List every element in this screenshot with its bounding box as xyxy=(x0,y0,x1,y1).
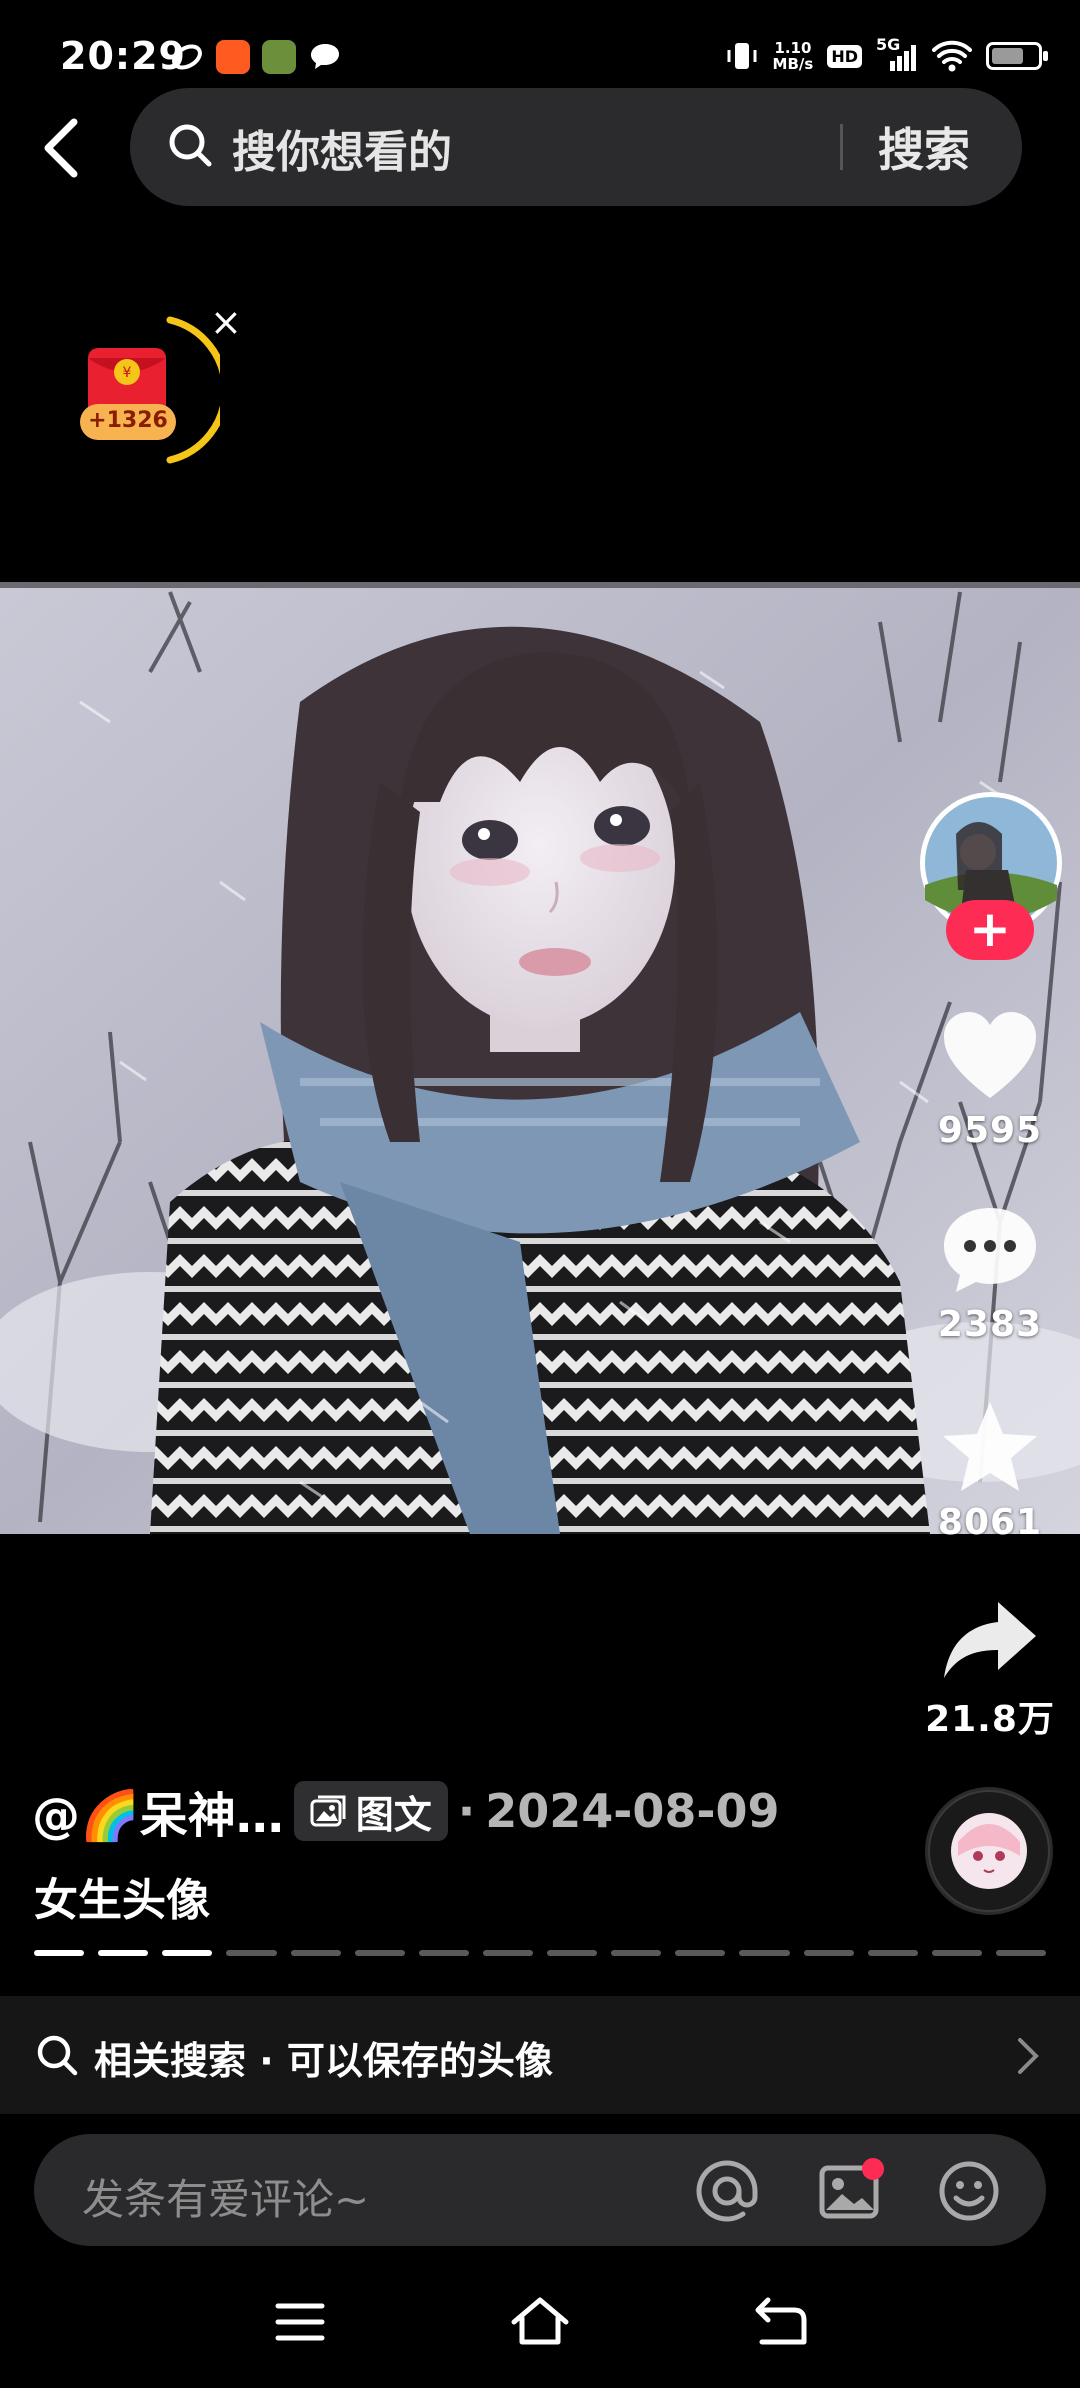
progress-segment xyxy=(418,1950,469,1956)
author-name[interactable]: @🌈呆神… xyxy=(32,1776,284,1846)
progress-segment xyxy=(611,1950,662,1956)
progress-segment xyxy=(995,1950,1046,1956)
share-icon xyxy=(944,1602,1036,1678)
status-time: 20:29 xyxy=(60,34,186,78)
red-packet-amount: +1326 xyxy=(88,408,168,433)
red-packet-close-button[interactable]: × xyxy=(210,300,242,344)
related-search-label: 相关搜索 · 可以保存的头像 xyxy=(94,2039,553,2083)
post-caption: 女生头像 xyxy=(34,1875,210,1926)
link-app-icon xyxy=(170,40,204,74)
comment-count: 2383 xyxy=(937,1304,1043,1345)
progress-segment xyxy=(803,1950,854,1956)
share-button[interactable]: 21.8万 xyxy=(910,1598,1070,1742)
progress-segment xyxy=(290,1950,341,1956)
search-bar[interactable]: 搜你想看的 搜索 xyxy=(130,88,1022,206)
back-arrow-icon xyxy=(44,118,78,178)
vibrate-icon xyxy=(727,43,757,69)
chevron-right-icon xyxy=(1018,2038,1039,2074)
net-speed-value: 1.10 xyxy=(774,39,812,57)
post-type-label: 图文 xyxy=(355,1792,432,1837)
favorite-count: 8061 xyxy=(937,1502,1043,1543)
home-icon xyxy=(511,2297,569,2345)
favorite-button[interactable]: 8061 xyxy=(910,1398,1070,1543)
share-count: 21.8万 xyxy=(925,1699,1055,1740)
progress-segment xyxy=(354,1950,405,1956)
date-separator: · xyxy=(457,1784,476,1838)
game-notification-icon xyxy=(262,40,296,74)
progress-segment xyxy=(482,1950,533,1956)
home-nav-button[interactable] xyxy=(508,2290,572,2354)
comment-icon xyxy=(944,1208,1036,1292)
music-disc[interactable] xyxy=(924,1786,1054,1916)
status-right: 1.10 MB/s HD 5G xyxy=(725,35,1048,76)
svg-text:¥: ¥ xyxy=(123,365,132,381)
comment-button[interactable]: 2383 xyxy=(910,1204,1070,1345)
heart-icon xyxy=(944,1012,1036,1098)
search-icon xyxy=(169,124,212,167)
progress-segment xyxy=(739,1950,790,1956)
post-type-chip: 图文 xyxy=(293,1781,448,1841)
search-icon xyxy=(37,2035,78,2076)
progress-segment xyxy=(675,1950,726,1956)
progress-segment xyxy=(162,1950,213,1956)
search-divider xyxy=(840,124,843,170)
progress-segment xyxy=(98,1950,149,1956)
net-speed: 1.10 MB/s xyxy=(773,40,814,72)
follow-button[interactable]: + xyxy=(946,900,1034,960)
image-button[interactable] xyxy=(816,2158,884,2224)
progress-segment xyxy=(547,1950,598,1956)
menu-nav-button[interactable] xyxy=(268,2290,332,2354)
progress-segment xyxy=(34,1950,85,1956)
battery-icon xyxy=(986,42,1048,70)
return-icon xyxy=(755,2297,807,2345)
app-notification-icon xyxy=(216,40,250,74)
star-icon xyxy=(943,1402,1037,1491)
progress-segment xyxy=(226,1950,277,1956)
back-button[interactable] xyxy=(30,112,94,184)
like-button[interactable]: 9595 xyxy=(910,1010,1070,1151)
mention-button[interactable] xyxy=(694,2158,760,2224)
emoji-button[interactable] xyxy=(936,2158,1002,2224)
search-button[interactable]: 搜索 xyxy=(878,114,970,180)
wifi-icon xyxy=(932,40,972,72)
comment-input[interactable]: 发条有爱评论~ xyxy=(82,2166,369,2227)
like-count: 9595 xyxy=(937,1110,1043,1151)
related-search-bar[interactable]: 相关搜索 · 可以保存的头像 xyxy=(0,1996,1080,2114)
net-speed-unit: MB/s xyxy=(772,55,814,73)
gallery-icon xyxy=(310,1795,346,1827)
post-date: 2024-08-09 xyxy=(485,1784,780,1838)
back-nav-button[interactable] xyxy=(748,2290,812,2354)
image-notification-dot xyxy=(862,2158,884,2180)
menu-icon xyxy=(275,2303,325,2341)
search-input[interactable]: 搜你想看的 xyxy=(232,116,452,180)
signal-icon: 5G xyxy=(876,35,918,73)
comment-input-bar[interactable]: 发条有爱评论~ xyxy=(34,2134,1046,2246)
progress-segment xyxy=(867,1950,918,1956)
message-notification-icon xyxy=(308,40,342,74)
red-packet-widget[interactable]: ¥ +1326 xyxy=(60,300,229,480)
at-icon xyxy=(696,2160,758,2222)
progress-segment xyxy=(931,1950,982,1956)
emoji-icon xyxy=(939,2161,999,2221)
hd-badge: HD xyxy=(827,44,862,68)
post-meta-line: @🌈呆神… 图文 · 2024-08-09 xyxy=(32,1778,780,1844)
page-progress xyxy=(34,1950,1046,1956)
